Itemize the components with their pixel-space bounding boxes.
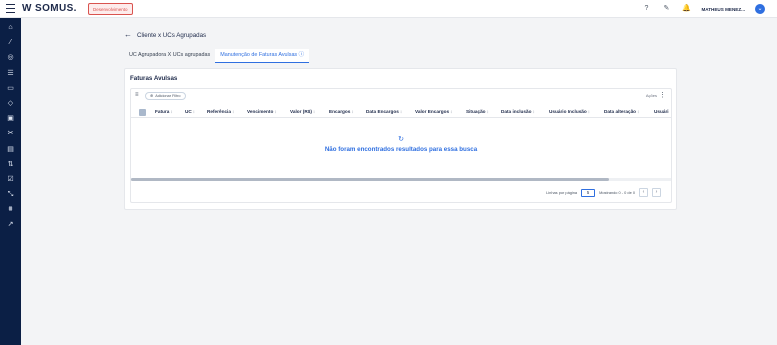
column-header[interactable]: Valor (R$)↕ [290, 107, 315, 117]
pagination: Linhas por página 5 Mostrando 0 - 0 de 0… [546, 188, 661, 197]
column-header[interactable]: Usuári [654, 107, 669, 117]
trend-icon[interactable]: ↗ [7, 221, 15, 229]
sidebar: ⌂ ⁄ ◎ ☰ ▭ ◇ ▣ ✂ ▤ ⇅ ☑ ⤡ ⩩ ↗ [0, 18, 21, 345]
card-title: Faturas Avulsas [130, 75, 178, 82]
user-name[interactable]: MATHEUS MENEZ... [701, 7, 745, 12]
scrollbar-thumb[interactable] [131, 178, 609, 181]
bill-icon[interactable]: ▣ [7, 115, 15, 123]
column-header[interactable]: Valor Encargos↕ [415, 107, 452, 117]
globe-icon[interactable]: ◎ [7, 54, 15, 62]
notes-icon[interactable]: ✎ [661, 4, 671, 14]
breadcrumb: ← Cliente x UCs Agrupadas [124, 31, 206, 39]
column-header[interactable]: Data Encargos↕ [366, 107, 402, 117]
rows-per-page-select[interactable]: 5 [581, 188, 596, 197]
column-header[interactable]: Vencimento↕ [247, 107, 277, 117]
refresh-icon: ↻ [398, 136, 404, 143]
prev-page-button[interactable]: ‹ [639, 188, 648, 197]
bell-icon[interactable]: 🔔 [681, 4, 691, 14]
column-header[interactable]: Referência↕ [207, 107, 234, 117]
column-header[interactable]: Encargos↕ [329, 107, 354, 117]
empty-message: Não foram encontrados resultados para es… [324, 146, 478, 153]
next-page-button[interactable]: › [652, 188, 661, 197]
home-icon[interactable]: ⌂ [7, 24, 15, 32]
checklist-icon[interactable]: ☑ [7, 176, 15, 184]
column-header[interactable]: Fatura↕ [155, 107, 173, 117]
table-header-row: Fatura↕ UC↕ Referência↕ Vencimento↕ Valo… [131, 107, 671, 118]
kebab-menu-icon[interactable]: ⋮ [659, 91, 666, 99]
filter-icon[interactable]: ⩩ [7, 206, 15, 214]
swap-icon[interactable]: ⤡ [7, 191, 15, 199]
add-filter-label: Adicionar Filtro [155, 94, 181, 98]
tab-uc-agrupadora[interactable]: UC Agrupadora X UCs agrupadas [124, 49, 215, 63]
select-all-checkbox[interactable] [139, 108, 146, 116]
help-icon[interactable]: ? [641, 4, 651, 14]
page-title: Cliente x UCs Agrupadas [137, 31, 207, 39]
add-filter-button[interactable]: ⊕ Adicionar Filtro [145, 92, 186, 100]
column-header[interactable]: UC↕ [185, 107, 195, 117]
horizontal-scrollbar[interactable] [131, 178, 671, 181]
diamond-icon[interactable]: ◇ [7, 100, 15, 108]
logo: W SOMUS. [22, 3, 77, 14]
grid-icon[interactable]: ☰ [7, 70, 15, 78]
top-actions: ? ✎ 🔔 MATHEUS MENEZ... ⌄ [641, 2, 765, 16]
environment-badge: Desenvolvimento [88, 3, 133, 15]
actions-label[interactable]: Ações [646, 93, 657, 98]
filter-bar: ≡ ⊕ Adicionar Filtro Ações ⋮ [131, 89, 671, 103]
money-icon[interactable]: ▤ [7, 146, 15, 154]
column-header[interactable]: Data alteração↕ [604, 107, 639, 117]
showing-range: Mostrando 0 - 0 de 0 [599, 190, 635, 195]
column-header[interactable]: Data inclusão↕ [501, 107, 535, 117]
user-menu-chevron-icon[interactable]: ⌄ [755, 4, 765, 14]
rows-per-page-label: Linhas por página [546, 190, 578, 195]
tab-manutencao-faturas-avulsas[interactable]: Manutenção de Faturas Avulsas ⓘ [215, 49, 310, 63]
wand-icon[interactable]: ⁄ [7, 39, 15, 47]
invoices-card: Faturas Avulsas ≡ ⊕ Adicionar Filtro Açõe… [124, 68, 677, 210]
back-arrow-icon[interactable]: ← [124, 31, 132, 39]
tools-icon[interactable]: ✂ [7, 130, 15, 138]
add-circle-icon: ⊕ [150, 94, 154, 98]
filter-lines-icon[interactable]: ≡ [135, 92, 141, 99]
top-bar: W SOMUS. Desenvolvimento ? ✎ 🔔 MATHEUS M… [0, 0, 777, 18]
tabs: UC Agrupadora X UCs agrupadas Manutenção… [124, 49, 310, 63]
card-icon[interactable]: ▭ [7, 85, 15, 93]
column-header[interactable]: Usuário Inclusão↕ [549, 107, 590, 117]
column-header[interactable]: Situação↕ [466, 107, 489, 117]
menu-icon[interactable] [6, 4, 15, 13]
data-table: ≡ ⊕ Adicionar Filtro Ações ⋮ Fatura↕ UC↕ … [130, 88, 672, 203]
sort-list-icon[interactable]: ⇅ [7, 161, 15, 169]
